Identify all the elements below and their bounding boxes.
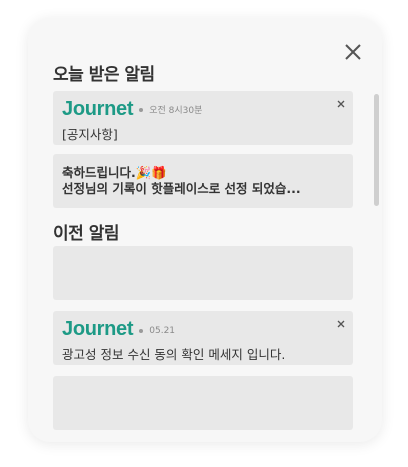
- notification-time: 오전 8시30분: [149, 106, 203, 116]
- close-icon: [345, 44, 361, 60]
- brand-logo: Journet: [62, 318, 134, 340]
- notification-card-placeholder: [53, 376, 353, 430]
- today-section-title: 오늘 받은 알림: [53, 65, 155, 85]
- dismiss-button[interactable]: [335, 95, 347, 108]
- dismiss-icon: [337, 100, 345, 108]
- close-button[interactable]: [339, 38, 367, 66]
- notification-line2: 선정님의 기록이 핫플레이스로 선정 되었습...: [62, 181, 301, 196]
- scrollbar[interactable]: [374, 94, 379, 206]
- notification-card[interactable]: Journet 오전 8시30분 [공지사항]: [53, 91, 353, 145]
- notification-card[interactable]: 축하드립니다.🎉🎁 선정님의 기록이 핫플레이스로 선정 되었습...: [53, 154, 353, 208]
- dismiss-button[interactable]: [335, 315, 347, 328]
- notification-card[interactable]: Journet 05.21 광고성 정보 수신 동의 확인 메세지 입니다.: [53, 311, 353, 365]
- notification-message: [공지사항]: [62, 127, 118, 142]
- notification-card-placeholder: [53, 246, 353, 300]
- previous-section-title: 이전 알림: [53, 224, 119, 244]
- notification-message: 광고성 정보 수신 동의 확인 메세지 입니다.: [62, 347, 286, 362]
- brand-logo: Journet: [62, 98, 134, 120]
- notification-line1: 축하드립니다.🎉🎁: [62, 165, 167, 180]
- dot-icon: [139, 107, 144, 112]
- notification-time: 05.21: [149, 326, 176, 336]
- dot-icon: [139, 329, 144, 333]
- dismiss-icon: [337, 320, 345, 328]
